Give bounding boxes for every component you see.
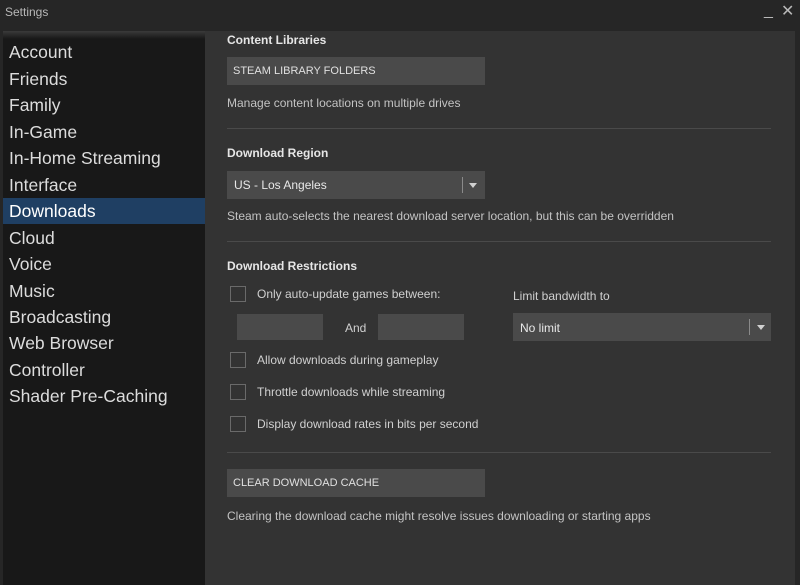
download-region-description: Steam auto-selects the nearest download … xyxy=(227,209,674,223)
download-region-title: Download Region xyxy=(227,146,329,160)
bits-per-second-checkbox[interactable] xyxy=(230,416,246,432)
section-divider xyxy=(227,452,771,453)
bandwidth-limit-value: No limit xyxy=(520,321,561,335)
sidebar-item-account[interactable]: Account xyxy=(3,39,205,65)
content-libraries-title: Content Libraries xyxy=(227,33,327,47)
section-divider xyxy=(227,128,771,129)
minimize-button[interactable]: _ xyxy=(764,1,773,21)
title-bar: Settings _ ✕ xyxy=(0,0,800,30)
bandwidth-limit-dropdown[interactable]: No limit xyxy=(513,313,771,341)
sidebar-item-family[interactable]: Family xyxy=(3,92,205,118)
sidebar-item-friends[interactable]: Friends xyxy=(3,66,205,92)
auto-update-start-time-input[interactable] xyxy=(237,314,323,340)
sidebar-item-in-game[interactable]: In-Game xyxy=(3,119,205,145)
allow-downloads-gameplay-label: Allow downloads during gameplay xyxy=(257,353,439,367)
and-label: And xyxy=(345,321,367,335)
steam-library-folders-button[interactable]: STEAM LIBRARY FOLDERS xyxy=(227,57,485,85)
sidebar-item-shader-pre-caching[interactable]: Shader Pre-Caching xyxy=(3,383,205,409)
throttle-downloads-checkbox[interactable] xyxy=(230,384,246,400)
auto-update-checkbox[interactable] xyxy=(230,286,246,302)
sidebar-item-controller[interactable]: Controller xyxy=(3,357,205,383)
auto-update-label: Only auto-update games between: xyxy=(257,287,441,301)
settings-sidebar: Account Friends Family In-Game In-Home S… xyxy=(3,31,205,585)
sidebar-item-cloud[interactable]: Cloud xyxy=(3,225,205,251)
window-title: Settings xyxy=(5,5,49,19)
download-region-value: US - Los Angeles xyxy=(234,178,327,192)
section-divider xyxy=(227,241,771,242)
close-button[interactable]: ✕ xyxy=(781,2,794,22)
sidebar-item-in-home-streaming[interactable]: In-Home Streaming xyxy=(3,145,205,171)
download-restrictions-title: Download Restrictions xyxy=(227,259,358,273)
bandwidth-limit-label: Limit bandwidth to xyxy=(513,289,610,303)
sidebar-top-shade xyxy=(3,31,205,39)
sidebar-item-music[interactable]: Music xyxy=(3,278,205,304)
auto-update-end-time-input[interactable] xyxy=(378,314,464,340)
sidebar-item-interface[interactable]: Interface xyxy=(3,172,205,198)
throttle-downloads-label: Throttle downloads while streaming xyxy=(257,385,446,399)
sidebar-item-broadcasting[interactable]: Broadcasting xyxy=(3,304,205,330)
dropdown-separator xyxy=(749,319,750,335)
scrollbar-track[interactable] xyxy=(795,31,800,585)
dropdown-separator xyxy=(462,177,463,193)
download-region-dropdown[interactable]: US - Los Angeles xyxy=(227,171,485,199)
sidebar-item-web-browser[interactable]: Web Browser xyxy=(3,330,205,356)
chevron-down-icon xyxy=(757,325,765,330)
bits-per-second-label: Display download rates in bits per secon… xyxy=(257,417,479,431)
allow-downloads-gameplay-checkbox[interactable] xyxy=(230,352,246,368)
downloads-panel: Content Libraries STEAM LIBRARY FOLDERS … xyxy=(205,31,795,585)
sidebar-item-downloads[interactable]: Downloads xyxy=(3,198,205,224)
clear-cache-description: Clearing the download cache might resolv… xyxy=(227,509,651,523)
clear-download-cache-button[interactable]: CLEAR DOWNLOAD CACHE xyxy=(227,469,485,497)
chevron-down-icon xyxy=(469,183,477,188)
content-libraries-description: Manage content locations on multiple dri… xyxy=(227,96,461,110)
sidebar-item-voice[interactable]: Voice xyxy=(3,251,205,277)
